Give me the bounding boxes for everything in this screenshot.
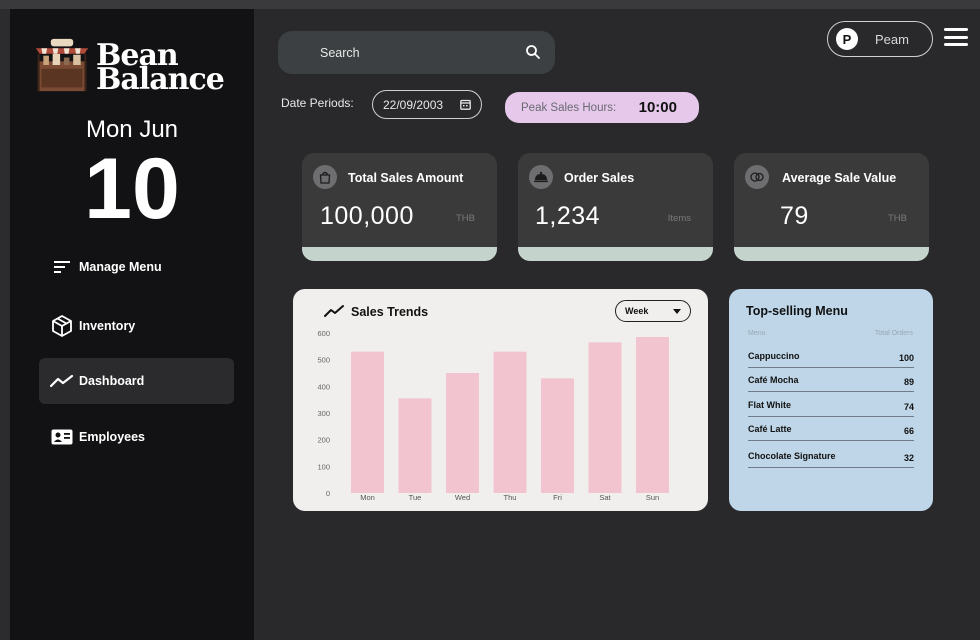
y-tick-label: 200 [317, 436, 330, 445]
coins-icon [745, 165, 769, 189]
card-title: Order Sales [564, 171, 635, 185]
date-value: 22/09/2003 [383, 97, 444, 112]
menu-item-orders: 32 [903, 453, 914, 463]
card-value: 1,234 [535, 202, 601, 230]
top-selling-title: Top-selling Menu [746, 304, 848, 318]
card-accent-strip [734, 247, 929, 261]
x-tick-label: Thu [504, 493, 517, 502]
table-row: Chocolate Signature 32 [748, 446, 914, 468]
filter-lines-icon [49, 256, 75, 278]
box-icon [49, 315, 75, 337]
bar-mon[interactable] [351, 351, 384, 493]
peak-sales-hours-badge: Peak Sales Hours: 10:00 [505, 92, 699, 123]
y-tick-label: 600 [317, 329, 330, 338]
sidebar-item-employees[interactable]: Employees [39, 414, 234, 460]
menu-item-orders: 89 [903, 377, 914, 387]
sidebar-item-label: Employees [79, 430, 146, 444]
hamburger-menu-icon[interactable] [944, 28, 968, 48]
avatar: P [836, 28, 858, 50]
peak-value: 10:00 [638, 99, 677, 116]
date-period-field[interactable]: 22/09/2003 [372, 90, 482, 119]
search-input[interactable]: Search [278, 31, 555, 74]
top-selling-menu-card: Top-selling Menu Menu Total Orders Cappu… [729, 289, 933, 511]
sidebar-item-manage-menu[interactable]: Manage Menu [39, 244, 234, 290]
trend-line-icon [49, 370, 75, 392]
id-card-icon [49, 426, 75, 448]
user-name: Peam [875, 31, 909, 47]
sales-trends-chart: 0 100 200 300 400 500 600 Mon Tue Wed Thu Fri Sat Sun [317, 329, 669, 502]
x-tick-label: Sat [599, 493, 611, 502]
card-unit: THB [456, 213, 475, 224]
card-accent-strip [518, 247, 713, 261]
menu-item-name: Café Latte [748, 424, 792, 434]
sidebar-item-label: Inventory [79, 319, 136, 333]
stat-card-total-sales: Total Sales Amount 100,000 THB [302, 153, 497, 261]
column-header-menu: Menu [748, 330, 766, 337]
card-title: Total Sales Amount [348, 171, 464, 185]
sales-trends-card: 0 100 200 300 400 500 600 Mon Tue Wed Thu Fri Sat Sun… [293, 289, 708, 511]
search-placeholder: Search [320, 45, 360, 60]
period-select-value: Week [625, 306, 649, 316]
y-tick-label: 400 [317, 382, 330, 391]
y-tick-label: 500 [317, 356, 330, 365]
menu-item-name: Flat White [748, 400, 791, 410]
top-edge [0, 0, 980, 9]
current-date-day: 10 [84, 141, 180, 237]
x-tick-label: Wed [455, 493, 470, 502]
table-row: Café Mocha 89 [748, 370, 914, 392]
menu-item-orders: 74 [903, 402, 914, 412]
brand-line-2: Balance [96, 62, 225, 97]
sidebar-item-dashboard[interactable]: Dashboard [39, 358, 234, 404]
trend-line-icon [324, 305, 344, 317]
table-row: Café Latte 66 [748, 419, 914, 441]
x-tick-label: Mon [360, 493, 375, 502]
card-unit: Items [667, 213, 691, 224]
menu-item-orders: 100 [898, 353, 914, 363]
top-selling-header: Menu Total Orders [748, 330, 913, 337]
bar-sat[interactable] [588, 342, 622, 493]
bar-tue[interactable] [398, 398, 432, 493]
bar-thu[interactable] [493, 351, 527, 493]
calendar-icon[interactable] [460, 99, 471, 110]
y-tick-label: 300 [317, 409, 330, 418]
chart-title: Sales Trends [351, 305, 429, 319]
table-row: Flat White 74 [748, 395, 914, 417]
y-tick-label: 0 [326, 489, 330, 498]
card-accent-strip [302, 247, 497, 261]
bar-fri[interactable] [541, 378, 574, 493]
search-icon[interactable] [525, 44, 541, 60]
bag-icon [313, 165, 337, 189]
bar-sun[interactable] [636, 337, 669, 493]
cafe-stall-logo [35, 38, 89, 92]
x-tick-label: Sun [646, 493, 659, 502]
cloche-icon [529, 165, 553, 189]
stat-card-order-sales: Order Sales 1,234 Items [518, 153, 713, 261]
menu-item-name: Café Mocha [748, 375, 799, 385]
stat-card-average-sale: Average Sale Value 79 THB [734, 153, 929, 261]
sidebar-item-label: Manage Menu [79, 260, 162, 274]
x-tick-label: Tue [409, 493, 422, 502]
column-header-total-orders: Total Orders [874, 330, 913, 337]
card-unit: THB [888, 213, 907, 224]
menu-item-orders: 66 [903, 426, 914, 436]
card-value: 79 [780, 202, 809, 230]
brand-name: Bean Balance [96, 41, 225, 97]
table-row: Cappuccino 100 [748, 346, 914, 368]
date-periods-label: Date Periods: [281, 96, 354, 110]
sidebar-item-label: Dashboard [79, 374, 145, 388]
period-select[interactable]: Week [615, 300, 691, 322]
user-profile-button[interactable]: P Peam [827, 21, 933, 57]
card-title: Average Sale Value [782, 171, 897, 185]
sidebar-item-inventory[interactable]: Inventory [39, 303, 234, 349]
peak-label: Peak Sales Hours: [521, 101, 617, 114]
chevron-down-icon [673, 309, 681, 314]
menu-item-name: Chocolate Signature [748, 451, 836, 461]
card-value: 100,000 [320, 202, 414, 230]
bar-wed[interactable] [446, 373, 479, 493]
menu-item-name: Cappuccino [748, 351, 800, 361]
x-tick-label: Fri [553, 493, 562, 502]
current-date-month: Mon Jun [85, 116, 179, 143]
y-tick-label: 100 [317, 462, 330, 471]
